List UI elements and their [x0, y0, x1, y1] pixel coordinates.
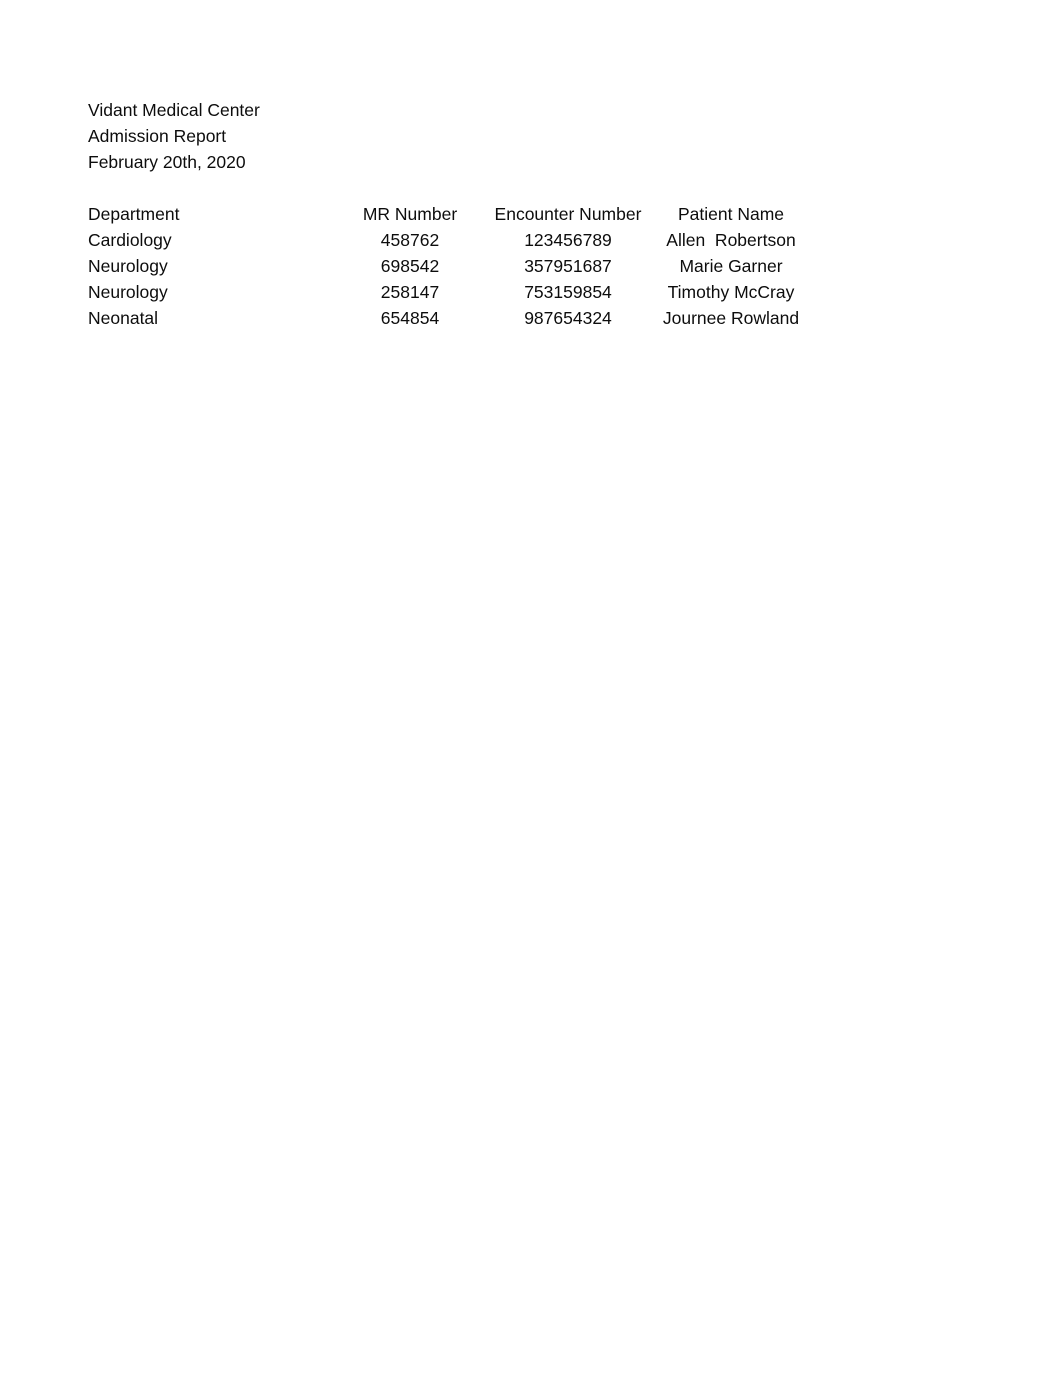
cell-patient-name: Allen Robertson	[666, 230, 796, 250]
column-header-department: Department	[88, 204, 180, 224]
cell-department: Neurology	[88, 282, 168, 302]
table-row: Neurology 698542 357951687 Marie Garner	[88, 253, 808, 279]
admission-table: Department MR Number Encounter Number Pa…	[88, 201, 808, 331]
table-header: Department MR Number Encounter Number Pa…	[88, 201, 808, 227]
table-body: Cardiology 458762 123456789 Allen Robert…	[88, 227, 808, 331]
column-header-mr-number: MR Number	[362, 204, 458, 224]
document-page: Vidant Medical Center Admission Report F…	[0, 0, 1062, 1377]
table-row: Neonatal 654854 987654324 Journee Rowlan…	[88, 305, 808, 331]
cell-mr-number: 258147	[380, 282, 440, 302]
table-header-row: Department MR Number Encounter Number Pa…	[88, 201, 808, 227]
table-row: Neurology 258147 753159854 Timothy McCra…	[88, 279, 808, 305]
report-header: Vidant Medical Center Admission Report F…	[88, 97, 260, 175]
cell-department: Neonatal	[88, 308, 159, 328]
cell-mr-number: 698542	[380, 256, 440, 276]
report-date: February 20th, 2020	[88, 152, 246, 172]
table-row: Cardiology 458762 123456789 Allen Robert…	[88, 227, 808, 253]
column-header-patient-name: Patient Name	[677, 204, 785, 224]
cell-mr-number: 654854	[380, 308, 440, 328]
cell-encounter-number: 123456789	[524, 230, 612, 250]
cell-encounter-number: 753159854	[524, 282, 612, 302]
cell-encounter-number: 357951687	[524, 256, 612, 276]
cell-mr-number: 458762	[380, 230, 440, 250]
cell-encounter-number: 987654324	[524, 308, 612, 328]
organization-name: Vidant Medical Center	[88, 100, 260, 120]
column-header-encounter-number: Encounter Number	[494, 204, 642, 224]
cell-patient-name: Marie Garner	[679, 256, 783, 276]
cell-patient-name: Journee Rowland	[662, 308, 800, 328]
cell-patient-name: Timothy McCray	[667, 282, 795, 302]
cell-department: Neurology	[88, 256, 168, 276]
report-title: Admission Report	[88, 126, 227, 146]
cell-department: Cardiology	[88, 230, 172, 250]
